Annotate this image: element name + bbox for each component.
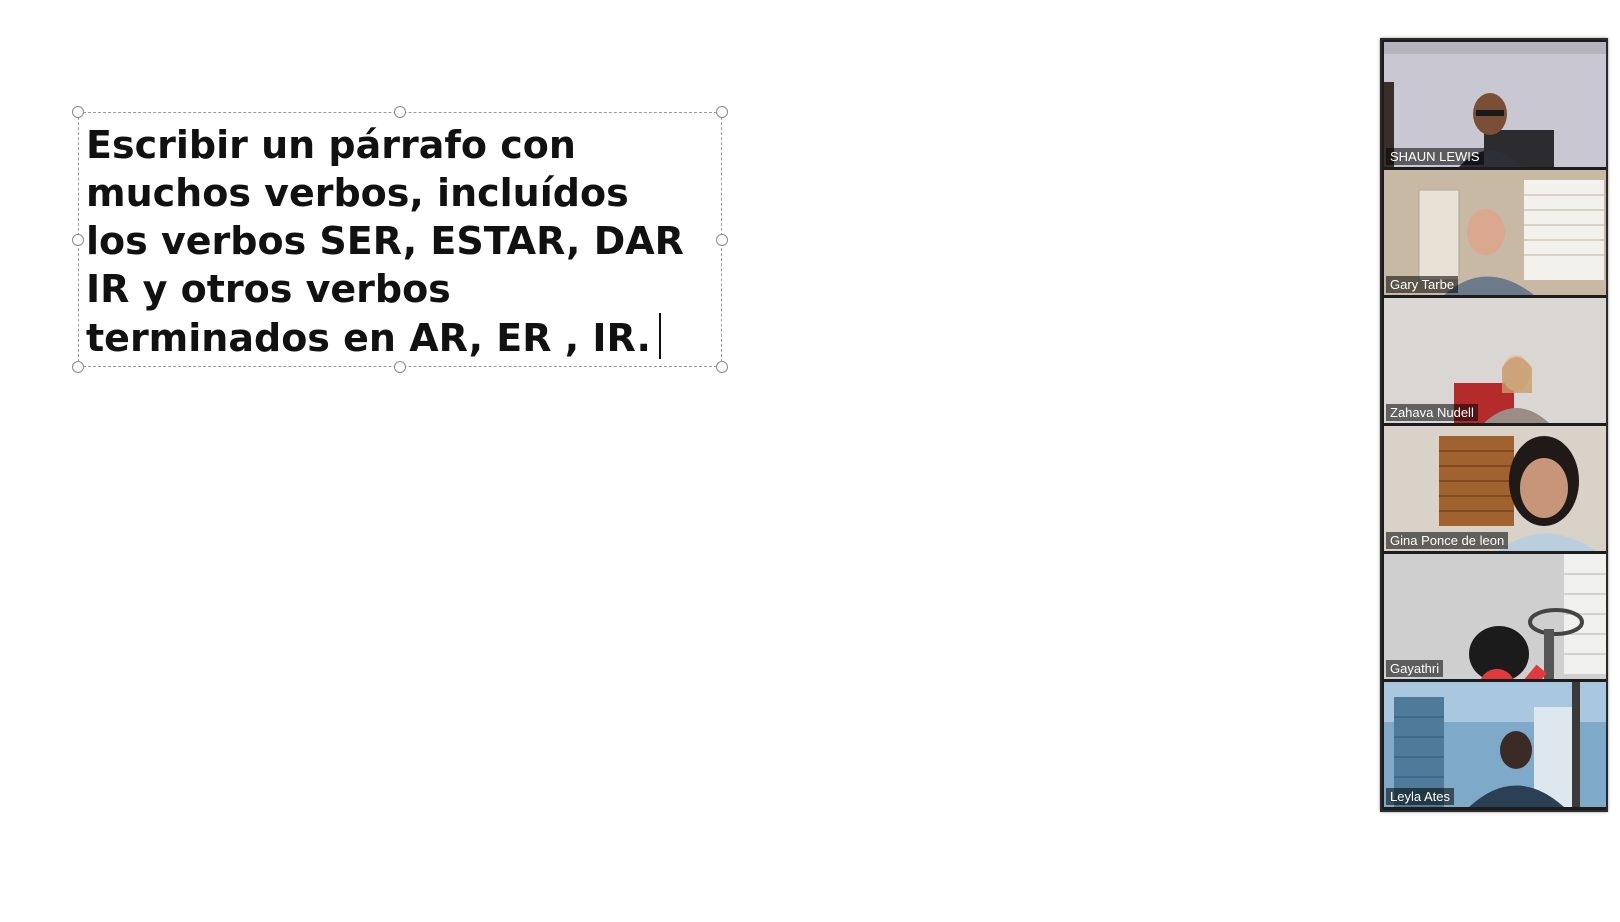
video-gallery-panel[interactable]: SHAUN LEWIS Gary Tarbe Zahava Nudell Gin… [1380, 38, 1608, 812]
participant-name: Leyla Ates [1390, 789, 1450, 804]
participant-name-tag: Zahava Nudell [1386, 404, 1478, 421]
slide-text-line-1: Escribir un párrafo con [86, 123, 576, 167]
resize-handle-middle-left[interactable] [72, 234, 84, 246]
participant-name: Zahava Nudell [1390, 405, 1474, 420]
resize-handle-middle-right[interactable] [716, 234, 728, 246]
video-tile-shaun-lewis[interactable]: SHAUN LEWIS [1384, 42, 1606, 167]
video-tile-gina-ponce-de-leon[interactable]: Gina Ponce de leon [1384, 426, 1606, 551]
slide-text-line-2: muchos verbos, incluídos [86, 171, 629, 215]
resize-handle-bottom-left[interactable] [72, 361, 84, 373]
resize-handle-top-left[interactable] [72, 106, 84, 118]
video-tile-gayathri[interactable]: Gayathri [1384, 554, 1606, 679]
slide-text-line-4: IR y otros verbos [86, 267, 451, 311]
participant-name: Gary Tarbe [1390, 277, 1455, 292]
participant-name: Gina Ponce de leon [1390, 533, 1505, 548]
participant-name-tag: Gayathri [1386, 660, 1547, 679]
slide-text-line-5: terminados en AR, ER , IR. [86, 316, 651, 360]
presentation-stage: Escribir un párrafo con muchos verbos, i… [0, 0, 1620, 922]
resize-handle-top-right[interactable] [716, 106, 728, 118]
video-tile-gary-tarbe[interactable]: Gary Tarbe [1384, 170, 1606, 295]
text-cursor [658, 313, 661, 359]
video-tile-leyla-ates[interactable]: Leyla Ates [1384, 682, 1606, 807]
resize-handle-bottom-right[interactable] [716, 361, 728, 373]
participant-name: SHAUN LEWIS [1390, 149, 1480, 164]
participant-name-tag: Gina Ponce de leon [1386, 532, 1509, 549]
participant-name-tag: Leyla Ates [1386, 788, 1454, 805]
participant-name-tag: Gary Tarbe [1386, 276, 1459, 293]
resize-handle-top-center[interactable] [394, 106, 406, 118]
slide-text[interactable]: Escribir un párrafo con muchos verbos, i… [86, 121, 746, 362]
microphone-muted-icon [1480, 664, 1547, 679]
slide-text-box[interactable]: Escribir un párrafo con muchos verbos, i… [78, 112, 722, 367]
slide-text-line-3: los verbos SER, ESTAR, DAR [86, 219, 684, 263]
resize-handle-bottom-center[interactable] [394, 361, 406, 373]
video-tile-zahava-nudell[interactable]: Zahava Nudell [1384, 298, 1606, 423]
participant-name-tag: SHAUN LEWIS [1386, 148, 1484, 165]
